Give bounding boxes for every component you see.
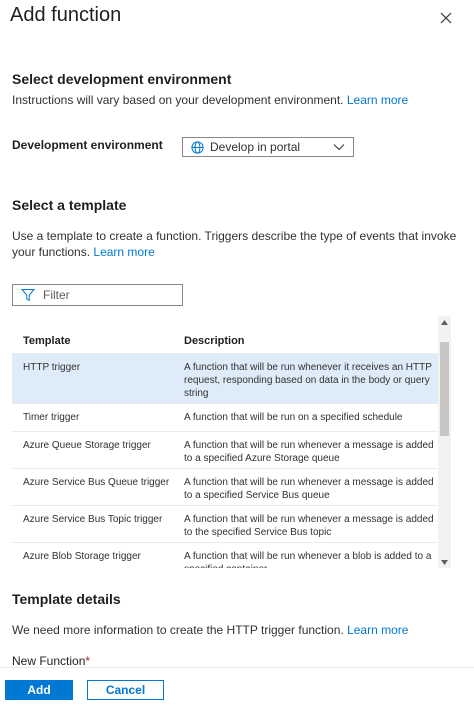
template-learn-more-link[interactable]: Learn more bbox=[93, 245, 154, 259]
new-function-label: New Function* bbox=[12, 654, 91, 668]
table-scrollbar[interactable] bbox=[438, 316, 451, 568]
column-header-template[interactable]: Template bbox=[23, 335, 70, 347]
environment-description: Instructions will vary based on your dev… bbox=[12, 93, 409, 107]
panel-title: Add function bbox=[10, 4, 122, 26]
template-description: Use a template to create a function. Tri… bbox=[12, 229, 457, 259]
scroll-up-button[interactable] bbox=[438, 316, 451, 328]
globe-icon bbox=[191, 140, 204, 154]
environment-learn-more-link[interactable]: Learn more bbox=[347, 93, 408, 107]
table-row[interactable]: HTTP trigger A function that will be run… bbox=[12, 354, 438, 404]
chevron-down-icon bbox=[333, 143, 345, 151]
scrollbar-thumb[interactable] bbox=[440, 342, 449, 436]
column-header-description[interactable]: Description bbox=[184, 335, 245, 347]
filter-input[interactable]: Filter bbox=[12, 284, 183, 306]
filter-placeholder: Filter bbox=[43, 288, 70, 302]
table-row[interactable]: Azure Service Bus Topic trigger A functi… bbox=[12, 506, 438, 543]
template-table: Template Description HTTP trigger A func… bbox=[12, 316, 451, 568]
template-heading: Select a template bbox=[12, 197, 127, 213]
development-environment-value: Develop in portal bbox=[210, 140, 301, 154]
panel-footer: Add Cancel bbox=[0, 667, 474, 711]
close-icon bbox=[440, 12, 452, 24]
add-button[interactable]: Add bbox=[5, 680, 73, 700]
development-environment-label: Development environment bbox=[12, 138, 163, 152]
table-header: Template Description bbox=[12, 316, 438, 354]
table-row[interactable]: Azure Blob Storage trigger A function th… bbox=[12, 543, 438, 568]
cancel-button[interactable]: Cancel bbox=[87, 680, 164, 700]
environment-heading: Select development environment bbox=[12, 71, 232, 87]
details-learn-more-link[interactable]: Learn more bbox=[347, 623, 408, 637]
development-environment-dropdown[interactable]: Develop in portal bbox=[182, 137, 354, 157]
details-description: We need more information to create the H… bbox=[12, 623, 409, 637]
scroll-down-button[interactable] bbox=[438, 556, 451, 568]
caret-down-icon bbox=[441, 559, 448, 565]
table-row[interactable]: Azure Service Bus Queue trigger A functi… bbox=[12, 469, 438, 506]
required-marker: * bbox=[85, 654, 91, 668]
details-heading: Template details bbox=[12, 591, 121, 607]
caret-up-icon bbox=[441, 319, 448, 325]
table-row[interactable]: Azure Queue Storage trigger A function t… bbox=[12, 432, 438, 469]
table-row[interactable]: Timer trigger A function that will be ru… bbox=[12, 404, 438, 432]
filter-icon bbox=[21, 288, 35, 302]
close-button[interactable] bbox=[434, 6, 458, 30]
